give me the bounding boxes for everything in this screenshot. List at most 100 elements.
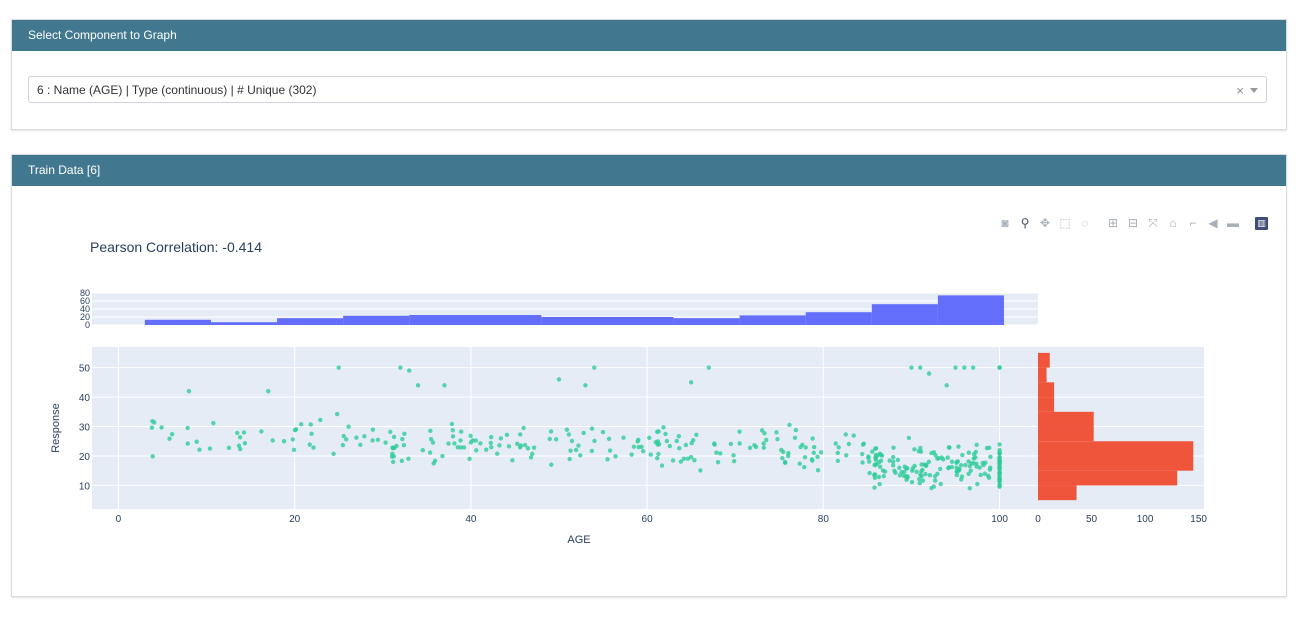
scatter-point: [761, 441, 766, 446]
right-hist-bar: [1038, 367, 1047, 383]
x-axis-title: AGE: [567, 534, 590, 546]
scatter-point: [488, 440, 493, 446]
scatter-point: [683, 442, 689, 448]
scatter-point: [997, 442, 1002, 447]
scatter-point: [237, 435, 243, 440]
scatter-point: [811, 450, 817, 456]
scatter-point: [786, 453, 791, 459]
scatter-point: [259, 429, 264, 434]
scatter-point: [872, 472, 878, 477]
scatter-point: [427, 450, 433, 455]
scatter-point: [919, 469, 924, 474]
top-hist-bar: [739, 315, 806, 325]
right-hist-bar: [1038, 411, 1094, 427]
scatter-point: [718, 451, 723, 456]
scatter-point: [959, 477, 964, 482]
scatter-point: [504, 432, 510, 437]
scatter-point: [399, 458, 405, 464]
scatter-point: [242, 441, 248, 446]
scatter-point: [698, 468, 703, 473]
scatter-point: [844, 453, 849, 458]
scatter-point: [391, 434, 397, 440]
right-hist-bar: [1038, 426, 1094, 442]
scatter-point: [815, 468, 821, 473]
right-hist-bar: [1038, 352, 1050, 368]
scatter-point: [811, 444, 817, 450]
scatter-point: [489, 444, 494, 450]
scatter-point: [975, 481, 980, 487]
scatter-point: [971, 461, 976, 466]
scatter-point: [522, 442, 528, 448]
scatter-point: [341, 433, 346, 439]
scatter-point: [899, 469, 904, 475]
top-hist-tick-label: 80: [80, 288, 90, 298]
scatter-point: [568, 448, 573, 453]
scatter-point: [712, 442, 717, 447]
scatter-point: [553, 437, 559, 442]
scatter-point: [780, 456, 785, 461]
scatter-point: [307, 442, 312, 447]
component-select[interactable]: 6 : Name (AGE) | Type (continuous) | # U…: [28, 76, 1267, 103]
scatter-point: [581, 430, 586, 436]
top-hist-bar: [673, 318, 740, 325]
right-hist-bar: [1038, 455, 1194, 471]
top-hist-bar: [937, 295, 1004, 325]
scatter-point: [978, 472, 983, 478]
scatter-point: [452, 441, 457, 446]
scatter-point: [308, 422, 313, 427]
scatter-point: [895, 457, 901, 463]
scatter-point: [401, 443, 407, 448]
scatter-point: [880, 468, 886, 473]
scatter-point: [506, 444, 512, 449]
scatter-point: [483, 447, 489, 452]
scatter-point: [226, 445, 232, 451]
scatter-point: [383, 440, 388, 445]
scatter-point: [802, 464, 807, 470]
scatter-point: [336, 365, 341, 370]
scatter-point: [370, 438, 375, 443]
top-hist-bar: [871, 304, 938, 325]
scatter-point: [927, 473, 933, 478]
scatter-point: [573, 447, 579, 453]
scatter-point: [987, 445, 992, 451]
scatter-point: [973, 449, 979, 455]
scatter-point: [997, 450, 1002, 455]
right-hist-tick-label: 150: [1190, 514, 1207, 525]
scatter-point: [737, 441, 742, 446]
right-hist-bar: [1038, 397, 1055, 412]
scatter-point: [606, 436, 612, 442]
scatter-point: [787, 422, 792, 428]
scatter-point: [878, 458, 884, 463]
scatter-point: [833, 441, 838, 446]
scatter-point: [955, 459, 961, 464]
scatter-point: [589, 426, 595, 431]
scatter-point: [909, 479, 915, 485]
scatter-point: [846, 441, 852, 447]
scatter-point: [461, 445, 467, 450]
chevron-down-icon[interactable]: [1250, 88, 1258, 93]
y-axis-title: Response: [50, 403, 62, 453]
scatter-point: [420, 448, 426, 453]
scatter-point: [676, 433, 682, 439]
scatter-point: [428, 428, 433, 433]
scatter-point: [737, 429, 742, 434]
scatter-point: [442, 383, 447, 388]
scatter-point: [891, 445, 896, 450]
scatter-point: [468, 440, 474, 445]
scatter-point: [809, 457, 815, 462]
scatter-point: [474, 448, 479, 453]
scatter-point: [185, 425, 190, 431]
clear-select-icon[interactable]: ×: [1236, 77, 1244, 104]
scatter-point: [656, 451, 661, 457]
scatter-point: [402, 431, 407, 437]
scatter-point: [957, 466, 962, 472]
y-tick-label: 40: [79, 393, 91, 404]
scatter-point: [929, 485, 934, 491]
scatter-plot-area: [92, 347, 1204, 509]
scatter-point: [398, 365, 403, 370]
train-data-header: Train Data [6]: [12, 155, 1286, 186]
x-tick-label: 80: [818, 514, 830, 525]
scatter-point: [556, 377, 562, 382]
scatter-point: [938, 481, 943, 487]
scatter-point: [488, 434, 494, 440]
